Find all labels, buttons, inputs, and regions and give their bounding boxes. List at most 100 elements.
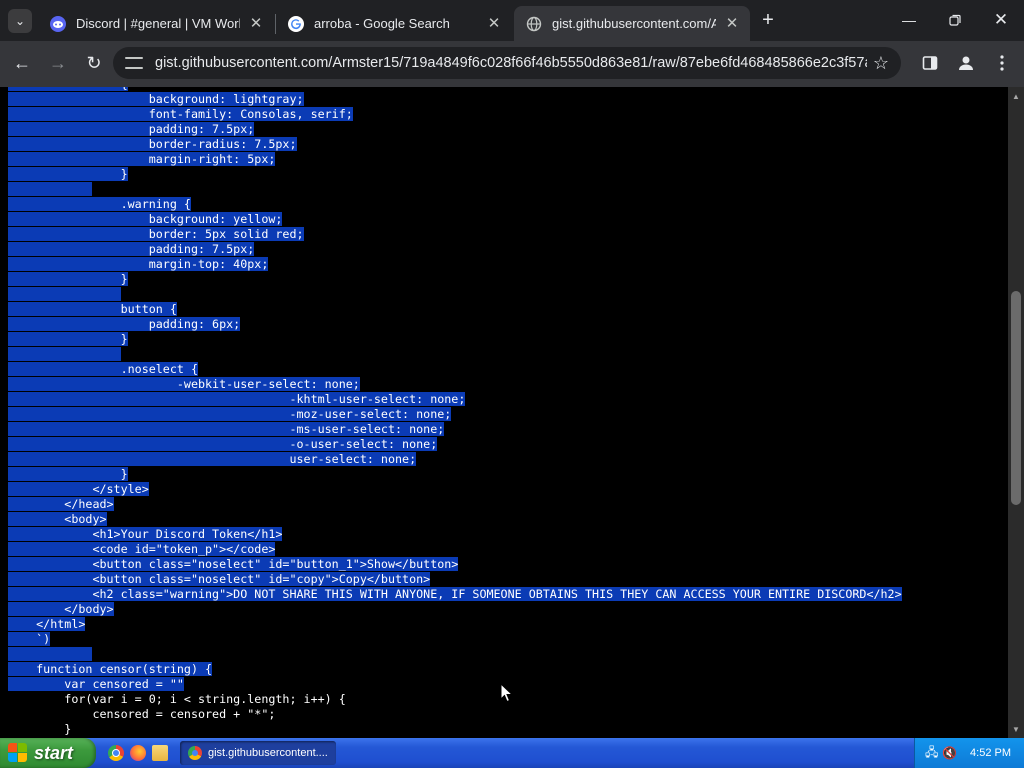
- side-panel-icon: [922, 56, 938, 70]
- code-line: -moz-user-select: none;: [8, 407, 902, 422]
- code-line: [8, 182, 902, 197]
- folder-icon[interactable]: [152, 745, 168, 761]
- text-selection: background: lightgray;: [8, 92, 304, 106]
- raw-code-text[interactable]: { background: lightgray; font-family: Co…: [8, 87, 902, 737]
- site-info-icon[interactable]: [125, 54, 143, 72]
- close-icon[interactable]: ✕: [248, 15, 264, 32]
- code-line: background: lightgray;: [8, 92, 902, 107]
- tab-title: Discord | #general | VM World: [76, 16, 240, 31]
- volume-muted-icon[interactable]: 🔇: [942, 746, 957, 760]
- code-line: </style>: [8, 482, 902, 497]
- scroll-down-icon[interactable]: ▼: [1008, 722, 1024, 736]
- back-button[interactable]: ←: [8, 49, 36, 77]
- code-line: font-family: Consolas, serif;: [8, 107, 902, 122]
- text-selection: </head>: [8, 497, 114, 511]
- code-line: padding: 7.5px;: [8, 242, 902, 257]
- tab-google-search[interactable]: arroba - Google Search ✕: [276, 6, 512, 41]
- tab-search-button[interactable]: ⌄: [8, 9, 32, 33]
- tab-discord[interactable]: Discord | #general | VM World ✕: [38, 6, 274, 41]
- start-label: start: [34, 742, 74, 763]
- page-content[interactable]: { background: lightgray; font-family: Co…: [0, 87, 1008, 738]
- code-line: -o-user-select: none;: [8, 437, 902, 452]
- minimize-button[interactable]: —: [886, 0, 932, 40]
- text-selection: <body>: [8, 512, 107, 526]
- text-selection: <button class="noselect" id="button_1">S…: [8, 557, 459, 571]
- text-selection: background: yellow;: [8, 212, 283, 226]
- text-selection: border-radius: 7.5px;: [8, 137, 297, 151]
- discord-icon: [50, 15, 66, 32]
- network-icon[interactable]: 🖧: [925, 743, 938, 764]
- plus-icon: +: [762, 9, 774, 31]
- scrollbar-thumb[interactable]: [1011, 291, 1021, 505]
- tab-gist[interactable]: gist.githubusercontent.com/Ar ✕: [514, 6, 750, 41]
- text-selection: font-family: Consolas, serif;: [8, 107, 353, 121]
- code-line: </html>: [8, 617, 902, 632]
- address-bar[interactable]: gist.githubusercontent.com/Armster15/719…: [113, 47, 901, 79]
- restore-button[interactable]: [932, 0, 978, 40]
- code-line: }: [8, 272, 902, 287]
- text-selection: </style>: [8, 482, 149, 496]
- text-selection: {: [8, 87, 128, 91]
- close-icon[interactable]: ✕: [486, 15, 502, 32]
- system-tray: 🖧 🔇 4:52 PM: [914, 738, 1024, 768]
- code-line: -webkit-user-select: none;: [8, 377, 902, 392]
- taskbar-item-chrome[interactable]: gist.githubusercontent....: [180, 741, 336, 765]
- vertical-scrollbar[interactable]: ▲ ▼: [1008, 87, 1024, 738]
- text-selection: -o-user-select: none;: [8, 437, 438, 451]
- text-selection: padding: 7.5px;: [8, 122, 255, 136]
- code-line: border: 5px solid red;: [8, 227, 902, 242]
- close-icon: ✕: [993, 10, 1009, 29]
- restore-icon: [949, 14, 961, 26]
- side-panel-button[interactable]: [916, 49, 944, 77]
- text-selection: `): [8, 632, 51, 646]
- menu-button[interactable]: [988, 49, 1016, 77]
- taskbar: start gist.githubusercontent.... 🖧 🔇 4:5…: [0, 738, 1024, 768]
- code-line: `): [8, 632, 902, 647]
- code-line: </head>: [8, 497, 902, 512]
- code-line: [8, 347, 902, 362]
- text-selection: -ms-user-select: none;: [8, 422, 445, 436]
- url-text[interactable]: gist.githubusercontent.com/Armster15/719…: [155, 55, 867, 71]
- star-icon[interactable]: ☆: [867, 53, 895, 74]
- code-line: function censor(string) {: [8, 662, 902, 677]
- code-line: button {: [8, 302, 902, 317]
- text-selection: user-select: none;: [8, 452, 417, 466]
- reload-button[interactable]: ↻: [80, 49, 108, 77]
- code-line: border-radius: 7.5px;: [8, 137, 902, 152]
- tab-strip: ⌄ Discord | #general | VM World ✕ arroba…: [0, 0, 1024, 41]
- new-tab-button[interactable]: +: [756, 9, 780, 33]
- code-line: <h1>Your Discord Token</h1>: [8, 527, 902, 542]
- code-line: margin-right: 5px;: [8, 152, 902, 167]
- text-selection: margin-top: 40px;: [8, 257, 269, 271]
- chrome-icon: [188, 746, 202, 760]
- code-line: <code id="token_p"></code>: [8, 542, 902, 557]
- minimize-icon: —: [902, 12, 916, 28]
- firefox-icon[interactable]: [130, 745, 146, 761]
- profile-button[interactable]: [952, 49, 980, 77]
- scroll-up-icon[interactable]: ▲: [1008, 89, 1024, 103]
- text-selection: <button class="noselect" id="copy">Copy<…: [8, 572, 431, 586]
- close-icon[interactable]: ✕: [724, 15, 740, 32]
- code-line: .noselect {: [8, 362, 902, 377]
- clock: 4:52 PM: [970, 747, 1011, 759]
- chevron-down-icon: ⌄: [14, 14, 26, 28]
- code-line: margin-top: 40px;: [8, 257, 902, 272]
- more-vert-icon: [1000, 55, 1004, 71]
- text-selection: .warning {: [8, 197, 191, 211]
- text-selection: -moz-user-select: none;: [8, 407, 452, 421]
- text-selection: .noselect {: [8, 362, 198, 376]
- close-window-button[interactable]: ✕: [978, 0, 1024, 40]
- browser-toolbar: ← → ↻ gist.githubusercontent.com/Armster…: [0, 41, 1024, 87]
- code-line: <button class="noselect" id="button_1">S…: [8, 557, 902, 572]
- code-line: .warning {: [8, 197, 902, 212]
- code-line: -khtml-user-select: none;: [8, 392, 902, 407]
- forward-button[interactable]: →: [44, 49, 72, 77]
- text-selection: </body>: [8, 602, 114, 616]
- text-selection: [8, 647, 93, 661]
- code-line: background: yellow;: [8, 212, 902, 227]
- text-selection: }: [8, 167, 128, 181]
- chrome-icon[interactable]: [108, 745, 124, 761]
- text-selection: }: [8, 332, 128, 346]
- start-button[interactable]: start: [0, 738, 96, 768]
- text-selection: -webkit-user-select: none;: [8, 377, 360, 391]
